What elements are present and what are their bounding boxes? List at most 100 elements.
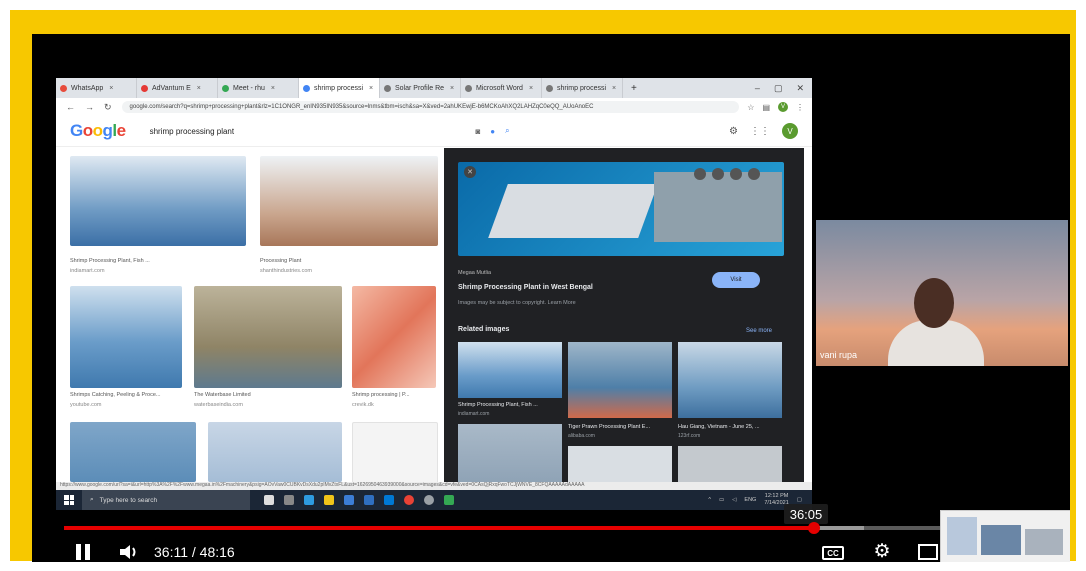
scrubber-handle[interactable] [807, 522, 820, 534]
taskbar-search[interactable]: ⌕ Type here to search [82, 490, 250, 510]
pause-button[interactable] [76, 544, 92, 560]
maximize-icon[interactable]: ▢ [774, 83, 783, 94]
tab-label: WhatsApp [71, 84, 104, 92]
menu-icon[interactable]: ⋮ [796, 103, 804, 112]
result-title[interactable]: Shrimp processing | P... [352, 392, 410, 398]
lens-icon[interactable] [694, 168, 706, 180]
browser-tab-bar: WhatsApp × AdVantum E × Meet - rhu × shrimp pr… [56, 78, 812, 98]
result-source: waterbaseindia.com [194, 402, 243, 408]
result-image[interactable] [208, 422, 342, 482]
google-search-box[interactable]: shrimp processing plant ◙ ● ⌕ [150, 121, 510, 141]
network-icon[interactable]: ▭ [719, 497, 724, 503]
result-title[interactable]: Shrimps Catching, Peeling & Proce... [70, 392, 161, 398]
browser-tab[interactable]: shrimp processi × [542, 78, 623, 98]
windows-start-icon[interactable] [64, 495, 74, 505]
related-title[interactable]: Shrimp Processing Plant, Fish ... [458, 402, 538, 408]
camera-icon[interactable]: ◙ [475, 127, 480, 136]
preview-title[interactable]: Shrimp Processing Plant in West Bengal [458, 284, 593, 291]
yellow-border-frame: WhatsApp × AdVantum E × Meet - rhu × shrimp pr… [10, 10, 1076, 562]
miniplayer-thumbnail[interactable] [940, 510, 1070, 562]
result-image[interactable] [352, 286, 436, 388]
profile-avatar[interactable]: V [778, 102, 788, 112]
result-title[interactable]: Processing Plant [260, 258, 301, 264]
browser-tab[interactable]: Microsoft Word × [461, 78, 542, 98]
new-tab-icon[interactable]: + [631, 83, 637, 94]
minimize-icon[interactable]: – [755, 83, 760, 94]
apps-grid-icon[interactable]: ⋮⋮ [750, 126, 770, 137]
related-image[interactable] [678, 342, 782, 418]
task-view-icon[interactable] [284, 495, 294, 505]
settings-gear-icon[interactable]: ⚙ [729, 126, 738, 137]
result-title[interactable]: The Waterbase Limited [194, 392, 251, 398]
volume-icon[interactable]: ◁ [732, 497, 736, 503]
cortana-icon[interactable] [264, 495, 274, 505]
close-preview-icon[interactable]: ✕ [464, 166, 476, 178]
notification-icon[interactable]: ▢ [797, 497, 802, 503]
mic-icon[interactable]: ● [490, 127, 495, 136]
language-indicator[interactable]: ENG [744, 497, 756, 503]
forward-icon[interactable]: → [85, 102, 94, 113]
share-icon[interactable] [712, 168, 724, 180]
chrome-icon[interactable] [404, 495, 414, 505]
result-image[interactable] [70, 422, 196, 482]
captions-button[interactable]: CC [822, 546, 844, 560]
close-icon[interactable]: ✕ [796, 83, 804, 94]
app-icon[interactable] [444, 495, 454, 505]
file-explorer-icon[interactable] [324, 495, 334, 505]
browser-tab[interactable]: Solar Profile Re × [380, 78, 461, 98]
tab-label: shrimp processi [557, 84, 607, 92]
browser-tab[interactable]: WhatsApp × [56, 78, 137, 98]
back-icon[interactable]: ← [66, 102, 75, 113]
result-source: shanthindustries.com [260, 268, 312, 274]
chevron-up-icon[interactable]: ^ [708, 497, 711, 503]
google-logo[interactable]: Google [70, 121, 126, 141]
search-icon[interactable]: ⌕ [505, 126, 509, 136]
related-title[interactable]: Hau Giang, Vietnam - June 25, ... [678, 424, 760, 430]
related-image[interactable] [568, 342, 672, 418]
video-player[interactable]: WhatsApp × AdVantum E × Meet - rhu × shrimp pr… [32, 34, 1070, 562]
progress-bar[interactable] [64, 522, 1064, 534]
see-more-link[interactable]: See more [746, 328, 772, 334]
next-icon[interactable] [748, 168, 760, 180]
account-avatar[interactable]: V [782, 123, 798, 139]
tab-close-icon[interactable]: × [612, 85, 616, 92]
tab-close-icon[interactable]: × [369, 85, 373, 92]
participant-name: vani rupa [820, 350, 858, 360]
reload-icon[interactable]: ↻ [104, 102, 112, 113]
prev-icon[interactable] [730, 168, 742, 180]
related-image[interactable] [678, 446, 782, 482]
result-title[interactable]: Shrimp Processing Plant, Fish ... [70, 258, 150, 264]
related-image[interactable] [458, 342, 562, 398]
result-image[interactable] [70, 156, 246, 246]
related-image[interactable] [568, 446, 672, 482]
tab-close-icon[interactable]: × [109, 85, 113, 92]
result-image[interactable] [194, 286, 342, 388]
url-field[interactable]: google.com/search?q=shrimp+processing+pl… [121, 101, 740, 113]
result-image[interactable] [70, 286, 182, 388]
browser-tab[interactable]: shrimp processi × [299, 78, 380, 98]
related-image[interactable] [458, 424, 562, 482]
tab-close-icon[interactable]: × [197, 85, 201, 92]
windows-taskbar: ⌕ Type here to search ^ ▭ ◁ ENG 12:12 PM… [56, 490, 812, 510]
tab-close-icon[interactable]: × [271, 85, 275, 92]
tab-close-icon[interactable]: × [529, 85, 533, 92]
browser-tab[interactable]: Meet - rhu × [218, 78, 299, 98]
tab-close-icon[interactable]: × [450, 85, 454, 92]
search-query[interactable]: shrimp processing plant [150, 127, 466, 136]
related-title[interactable]: Tiger Prawn Processing Plant E... [568, 424, 650, 430]
result-image[interactable] [352, 422, 438, 484]
settings-gear-icon[interactable]: ⚙ [872, 542, 892, 562]
miniplayer-button[interactable] [918, 544, 938, 560]
visit-button[interactable]: Visit [712, 272, 760, 288]
edge-icon[interactable] [304, 495, 314, 505]
tab-favicon-icon [546, 84, 553, 92]
browser-tab[interactable]: AdVantum E × [137, 78, 218, 98]
app-icon[interactable] [384, 495, 394, 505]
store-icon[interactable] [344, 495, 354, 505]
mail-icon[interactable] [364, 495, 374, 505]
result-image[interactable] [260, 156, 438, 246]
chrome-icon[interactable] [424, 495, 434, 505]
star-icon[interactable]: ☆ [747, 103, 754, 112]
extension-icon[interactable]: ▤ [762, 103, 770, 112]
volume-icon[interactable] [118, 543, 140, 561]
